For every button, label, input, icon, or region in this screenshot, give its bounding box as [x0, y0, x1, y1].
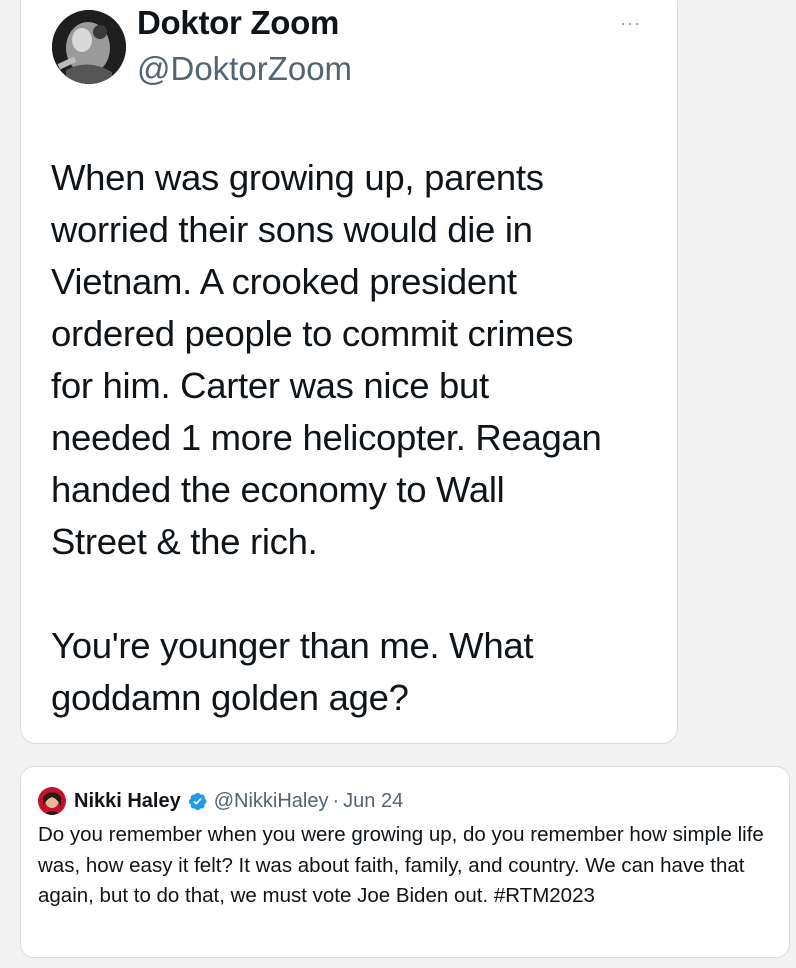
more-icon[interactable]: ···: [620, 14, 648, 32]
author-avatar[interactable]: [52, 10, 126, 84]
author-display-name[interactable]: Doktor Zoom: [137, 4, 339, 42]
quoted-author-avatar[interactable]: [38, 787, 66, 815]
author-handle[interactable]: @DoktorZoom: [137, 50, 352, 88]
quoted-tweet-text: Do you remember when you were growing up…: [38, 823, 764, 907]
quoted-tweet-header: Nikki Haley @NikkiHaley · Jun 24: [74, 786, 403, 816]
header-separator: ·: [332, 789, 340, 812]
quoted-author-name[interactable]: Nikki Haley: [74, 790, 181, 813]
quoted-tweet-date[interactable]: Jun 24: [343, 790, 403, 813]
quoted-author-handle[interactable]: @NikkiHaley: [214, 790, 329, 813]
verified-icon: [187, 791, 208, 812]
tweet-text: When was growing up, parents worried the…: [51, 157, 602, 718]
